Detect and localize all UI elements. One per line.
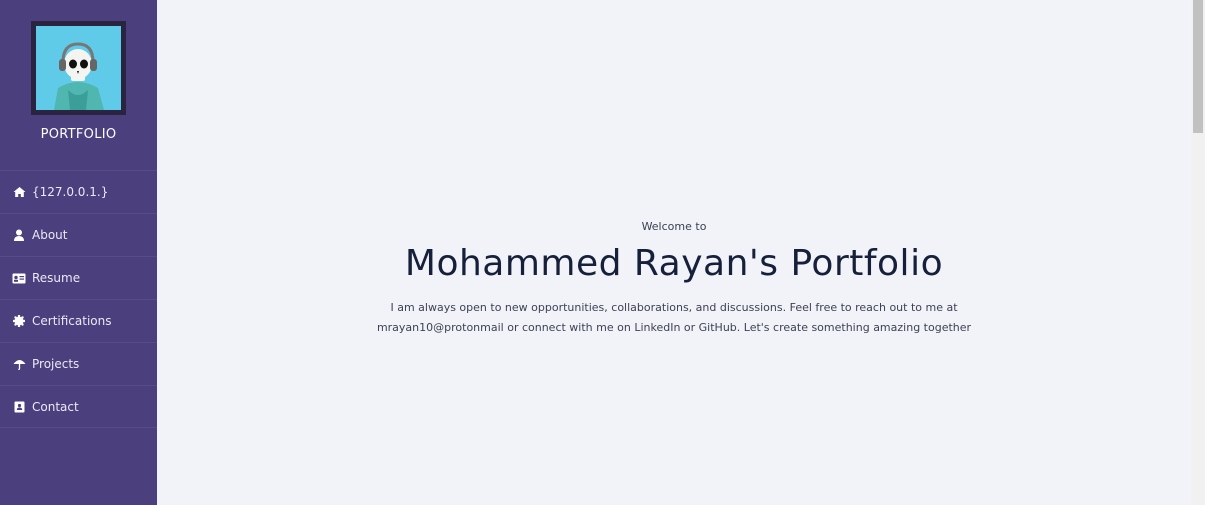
sidebar-item-contact[interactable]: Contact [0,385,157,428]
hero-section: Welcome to Mohammed Rayan's Portfolio I … [157,220,1191,338]
page-scrollbar[interactable] [1191,0,1205,505]
sidebar: PORTFOLIO {127.0.0.1.} About Resume Cert… [0,0,157,505]
umbrella-icon [12,357,26,371]
sidebar-item-label: About [32,228,68,242]
hero-description: I am always open to new opportunities, c… [376,301,972,334]
scrollbar-thumb[interactable] [1193,0,1203,133]
user-icon [12,228,26,242]
sidebar-item-label: Resume [32,271,81,285]
sidebar-item-certifications[interactable]: Certifications [0,299,157,342]
sidebar-item-label: {127.0.0.1.} [32,185,109,199]
avatar[interactable] [36,26,121,110]
sidebar-item-projects[interactable]: Projects [0,342,157,385]
sidebar-item-label: Projects [32,357,80,371]
main-content: Welcome to Mohammed Rayan's Portfolio I … [157,0,1191,505]
brand-title[interactable]: PORTFOLIO [0,127,157,142]
sidebar-item-home[interactable]: {127.0.0.1.} [0,170,157,213]
sidebar-item-label: Contact [32,399,79,414]
sidebar-item-label: Certifications [32,314,112,328]
sidebar-nav: {127.0.0.1.} About Resume Certifications… [0,170,157,428]
id-card-icon [12,271,26,285]
avatar-frame [31,21,126,115]
sidebar-item-about[interactable]: About [0,213,157,256]
home-icon [12,185,26,199]
hero-welcome: Welcome to [641,220,707,233]
sidebar-item-resume[interactable]: Resume [0,256,157,299]
hero-title: Mohammed Rayan's Portfolio [404,243,944,284]
address-book-icon [12,400,26,414]
certificate-icon [12,314,26,328]
